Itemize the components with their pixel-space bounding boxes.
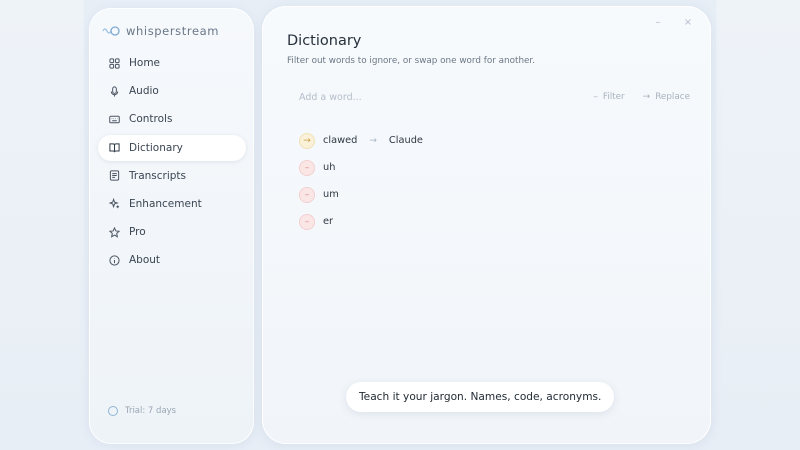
page-subtitle: Filter out words to ignore, or swap one …	[287, 56, 536, 66]
list-item: – er	[299, 208, 679, 235]
info-icon	[109, 255, 120, 266]
list-item: → clawed → Claude	[299, 127, 679, 154]
word-text: um	[323, 189, 339, 200]
sidebar-item-label: Audio	[129, 85, 159, 98]
list-item: – um	[299, 181, 679, 208]
sidebar-item-label: Dictionary	[129, 141, 183, 154]
page-title: Dictionary	[287, 33, 362, 49]
word-list: → clawed → Claude – uh – um – er	[299, 127, 679, 235]
sidebar-item-home[interactable]: Home	[98, 50, 246, 76]
sidebar-item-label: Transcripts	[129, 169, 187, 182]
document-icon	[109, 170, 120, 181]
sidebar-item-enhancement[interactable]: Enhancement	[98, 191, 246, 217]
arrow-right-icon: →	[642, 92, 651, 102]
sidebar-item-label: Controls	[129, 113, 173, 126]
sidebar-item-audio[interactable]: Audio	[98, 78, 246, 104]
replacement-text: Claude	[388, 135, 423, 146]
sidebar-item-dictionary[interactable]: Dictionary	[98, 134, 246, 161]
app-name: whisperstream	[126, 24, 220, 38]
trial-label: Trial: 7 days	[125, 406, 177, 416]
sidebar-item-pro[interactable]: Pro	[98, 219, 246, 245]
star-icon	[109, 226, 120, 238]
sidebar-item-transcripts[interactable]: Transcripts	[98, 163, 246, 189]
remove-badge-icon[interactable]: –	[299, 213, 315, 230]
filter-button[interactable]: – Filter	[593, 92, 624, 102]
add-word-input[interactable]	[290, 91, 576, 103]
word-text: uh	[323, 162, 336, 173]
sparkle-icon	[109, 198, 120, 209]
trial-progress-icon	[108, 406, 118, 416]
sidebar-item-label: Pro	[129, 226, 146, 239]
book-icon	[109, 143, 120, 153]
sidebar-item-controls[interactable]: Controls	[98, 106, 246, 132]
sidebar-item-about[interactable]: About	[98, 247, 246, 273]
replace-badge-icon[interactable]: →	[299, 132, 315, 149]
remove-badge-icon[interactable]: –	[299, 159, 315, 176]
add-word-row: – Filter → Replace	[290, 86, 690, 108]
minus-icon: –	[593, 92, 598, 102]
word-text: clawed	[323, 135, 358, 146]
filter-label: Filter	[602, 92, 625, 102]
brand: whisperstream	[102, 22, 219, 40]
sidebar-item-label: About	[129, 254, 161, 267]
arrow-right-icon: →	[369, 135, 377, 146]
list-item: – uh	[299, 154, 679, 181]
remove-badge-icon[interactable]: –	[299, 186, 315, 203]
close-button[interactable]: ×	[682, 16, 694, 28]
sidebar-nav: Home Audio Controls Dictionary Transcrip…	[98, 50, 246, 276]
sidebar-item-label: Home	[129, 57, 161, 69]
trial-status: Trial: 7 days	[108, 406, 176, 416]
minimize-button[interactable]: –	[652, 16, 664, 28]
word-text: er	[323, 216, 334, 227]
grid-icon	[109, 57, 120, 69]
microphone-icon	[110, 86, 119, 97]
window-controls: – ×	[652, 16, 694, 28]
replace-label: Replace	[655, 92, 690, 102]
replace-button[interactable]: → Replace	[643, 92, 690, 102]
sidebar-item-label: Enhancement	[129, 197, 202, 210]
keyboard-icon	[109, 115, 120, 124]
tip-toast: Teach it your jargon. Names, code, acron…	[346, 382, 615, 412]
logo-icon	[102, 26, 120, 36]
